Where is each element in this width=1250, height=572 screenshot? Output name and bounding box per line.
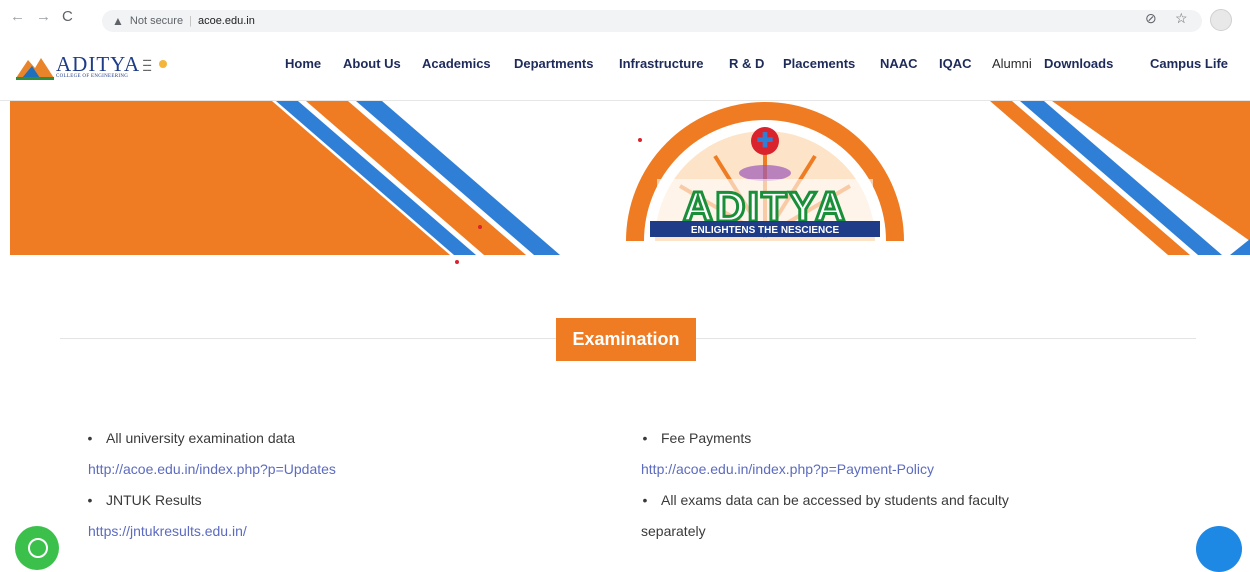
section-divider-left — [60, 338, 556, 339]
nav-about-us[interactable]: About Us — [343, 56, 401, 71]
aditya-emblem: ✚ ADITYA ENLIGHTENS THE NESCIENCE — [626, 102, 904, 242]
emblem-tagline: ENLIGHTENS THE NESCIENCE — [691, 225, 840, 236]
decor-dot — [455, 260, 459, 264]
brand-name: ADITYA — [56, 52, 141, 76]
reload-icon[interactable]: C — [62, 8, 73, 25]
nav-naac[interactable]: NAAC — [880, 56, 918, 71]
profile-avatar[interactable] — [1210, 9, 1232, 31]
nav-campus-life[interactable]: Campus Life — [1150, 56, 1228, 71]
link-jntuk-results[interactable]: https://jntukresults.edu.in/ — [88, 523, 247, 539]
nav-downloads[interactable]: Downloads — [1044, 56, 1113, 71]
section-title: Examination — [556, 318, 696, 361]
security-label: Not secure — [129, 15, 184, 27]
link-payment-policy[interactable]: http://acoe.edu.in/index.php?p=Payment-P… — [641, 461, 934, 477]
link-updates[interactable]: http://acoe.edu.in/index.php?p=Updates — [88, 461, 336, 477]
forward-icon[interactable]: → — [36, 8, 51, 25]
decor-dot — [638, 138, 642, 142]
eye-off-icon[interactable]: ⊘ — [1145, 10, 1157, 27]
site-logo[interactable]: ADITYA COLLEGE OF ENGINEERING ▬▬ ▬▬ ▬▬ — [16, 54, 169, 84]
address-bar[interactable]: ▲ Not secure | acoe.edu.in — [102, 10, 1202, 32]
nav-alumni[interactable]: Alumni — [992, 56, 1032, 71]
list-item-exams-access: • All exams data can be accessed by stude… — [642, 492, 1009, 508]
logo-badges: ▬▬ ▬▬ ▬▬ — [143, 57, 152, 72]
nav-academics[interactable]: Academics — [422, 56, 491, 71]
nav-infrastructure[interactable]: Infrastructure — [619, 56, 704, 71]
decor-dot — [478, 225, 482, 229]
svg-text:✚: ✚ — [757, 130, 774, 152]
nav-home[interactable]: Home — [285, 56, 321, 71]
address-separator: | — [189, 15, 192, 27]
sun-icon — [159, 60, 168, 68]
nav-r-and-d[interactable]: R & D — [729, 56, 764, 71]
warning-icon: ▲ — [112, 14, 124, 28]
nav-departments[interactable]: Departments — [514, 56, 593, 71]
site-header: ADITYA COLLEGE OF ENGINEERING ▬▬ ▬▬ ▬▬ Hom… — [0, 38, 1250, 101]
list-item-fee-payments: • Fee Payments — [642, 430, 752, 446]
brand-subtitle: COLLEGE OF ENGINEERING — [56, 74, 129, 79]
star-icon[interactable]: ☆ — [1175, 10, 1188, 27]
chat-button[interactable] — [1196, 526, 1242, 572]
nav-iqac[interactable]: IQAC — [939, 56, 972, 71]
logo-mountain-icon — [16, 58, 54, 80]
whatsapp-button[interactable] — [15, 526, 59, 570]
browser-toolbar: ← → C ▲ Not secure | acoe.edu.in ⊘ ☆ — [0, 0, 1250, 38]
list-item-jntuk-results: • JNTUK Results — [87, 492, 202, 508]
exams-access-continuation: separately — [641, 523, 706, 539]
nav-placements[interactable]: Placements — [783, 56, 855, 71]
section-divider-right — [696, 338, 1196, 339]
list-item-exam-data: • All university examination data — [87, 430, 296, 446]
back-icon[interactable]: ← — [10, 8, 25, 25]
url-text: acoe.edu.in — [197, 15, 255, 27]
